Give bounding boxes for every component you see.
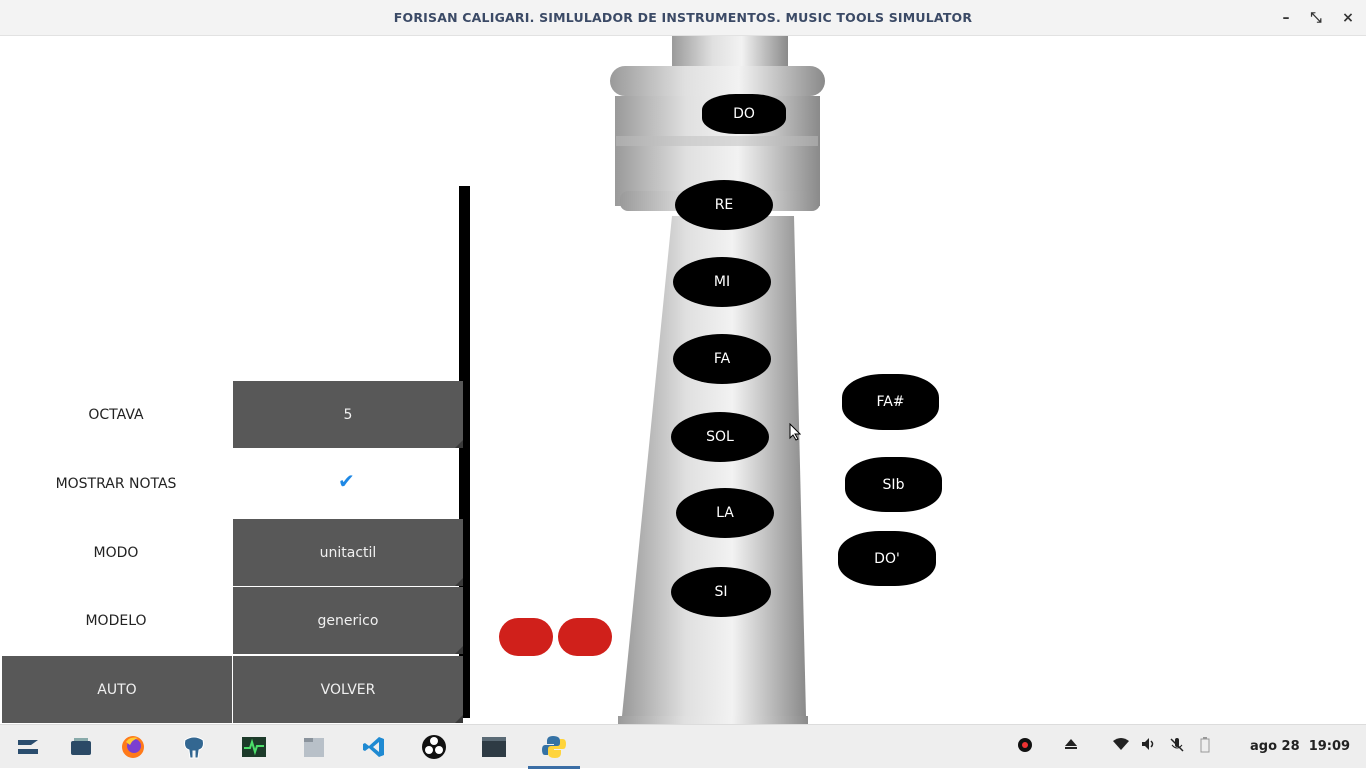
wifi-icon[interactable]	[1113, 737, 1129, 755]
modo-label: MODO	[93, 544, 139, 561]
pgadmin-elephant-icon[interactable]	[180, 733, 208, 761]
note-button-do-high[interactable]: DO'	[838, 531, 936, 586]
clock[interactable]: ago 28 19:09	[1250, 739, 1350, 754]
note-button-fa[interactable]: FA	[673, 334, 771, 384]
window-titlebar: FORISAN CALIGARI. SIMLULADOR DE INSTRUME…	[0, 0, 1366, 36]
red-key-right[interactable]	[558, 618, 612, 656]
auto-button[interactable]: AUTO	[2, 656, 232, 723]
battery-icon[interactable]	[1199, 737, 1211, 757]
taskbar: ago 28 19:09	[0, 724, 1366, 769]
firefox-icon[interactable]	[119, 733, 147, 761]
system-monitor-icon[interactable]	[240, 733, 268, 761]
volver-button[interactable]: VOLVER	[233, 656, 463, 723]
close-button[interactable]: ×	[1338, 8, 1358, 28]
modelo-label: MODELO	[85, 612, 147, 629]
modo-button[interactable]: unitactil	[233, 519, 463, 586]
mouse-cursor-icon	[789, 423, 801, 441]
window-title: FORISAN CALIGARI. SIMLULADOR DE INSTRUME…	[393, 10, 973, 25]
octava-button[interactable]: 5	[233, 381, 463, 448]
mic-muted-icon[interactable]	[1169, 737, 1185, 757]
files-icon[interactable]	[300, 733, 328, 761]
obs-icon[interactable]	[420, 733, 448, 761]
mostrar-notas-label: MOSTRAR NOTAS	[55, 475, 177, 492]
obs-tray-icon[interactable]	[1017, 737, 1033, 757]
note-button-re[interactable]: RE	[675, 180, 773, 230]
note-button-mi[interactable]: MI	[673, 257, 771, 307]
clock-time: 19:09	[1308, 739, 1351, 754]
eject-icon[interactable]	[1064, 737, 1078, 755]
minimize-button[interactable]: –	[1276, 8, 1296, 28]
mostrar-notas-checkbox[interactable]: ✔	[338, 469, 355, 493]
note-button-si-flat[interactable]: SIb	[845, 457, 942, 512]
clock-date: ago 28	[1250, 739, 1300, 754]
note-button-do[interactable]: DO	[702, 94, 786, 134]
terminal-icon[interactable]	[480, 733, 508, 761]
note-button-si[interactable]: SI	[671, 567, 771, 617]
note-button-fa-sharp[interactable]: FA#	[842, 374, 939, 430]
app-canvas: DO RE MI FA SOL LA SI FA# SIb DO' OCTAVA…	[0, 36, 1366, 724]
vscode-icon[interactable]	[360, 733, 388, 761]
red-key-left[interactable]	[499, 618, 553, 656]
workspace-icon[interactable]	[67, 733, 95, 761]
note-button-sol[interactable]: SOL	[671, 412, 769, 462]
octava-label: OCTAVA	[88, 406, 144, 423]
zorin-menu-icon[interactable]	[14, 733, 42, 761]
modelo-button[interactable]: generico	[233, 587, 463, 654]
volume-icon[interactable]	[1141, 737, 1157, 755]
python-icon[interactable]	[540, 733, 568, 761]
restore-button[interactable]: ⤡	[1306, 8, 1326, 28]
note-button-la[interactable]: LA	[676, 488, 774, 538]
